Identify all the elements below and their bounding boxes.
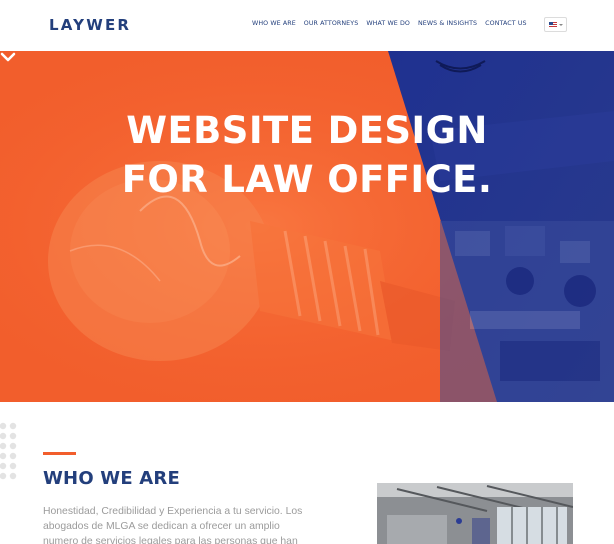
caret-down-icon (558, 23, 563, 26)
language-selector[interactable] (544, 17, 567, 32)
hero-title-line2: FOR LAW OFFICE. (121, 158, 493, 201)
office-people-photo (430, 111, 614, 402)
hero-banner: WEBSITE DESIGN FOR LAW OFFICE. (0, 51, 614, 402)
section-body-text: Honestidad, Credibilidad y Experiencia a… (43, 506, 303, 544)
nav-what-we-do[interactable]: WHAT WE DO (366, 20, 410, 27)
site-logo[interactable]: LAYWER (49, 16, 131, 34)
accent-divider (43, 452, 76, 455)
nav-contact-us[interactable]: CONTACT US (485, 20, 526, 27)
nav-news-insights[interactable]: NEWS & INSIGHTS (418, 20, 477, 27)
main-nav: WHO WE ARE OUR ATTORNEYS WHAT WE DO NEWS… (252, 20, 527, 27)
nav-our-attorneys[interactable]: OUR ATTORNEYS (304, 20, 359, 27)
office-photo (377, 483, 573, 544)
dot-pattern-decoration (0, 422, 17, 480)
hero-title-line1: WEBSITE DESIGN (126, 109, 488, 152)
hero-background (0, 51, 614, 402)
site-header: LAYWER WHO WE ARE OUR ATTORNEYS WHAT WE … (0, 0, 614, 51)
section-title: WHO WE ARE (43, 468, 180, 489)
nav-who-we-are[interactable]: WHO WE ARE (252, 20, 296, 27)
who-we-are-section: WHO WE ARE Honestidad, Credibilidad y Ex… (0, 402, 614, 544)
chevron-down-icon[interactable] (0, 51, 16, 63)
us-flag-icon (548, 21, 557, 28)
